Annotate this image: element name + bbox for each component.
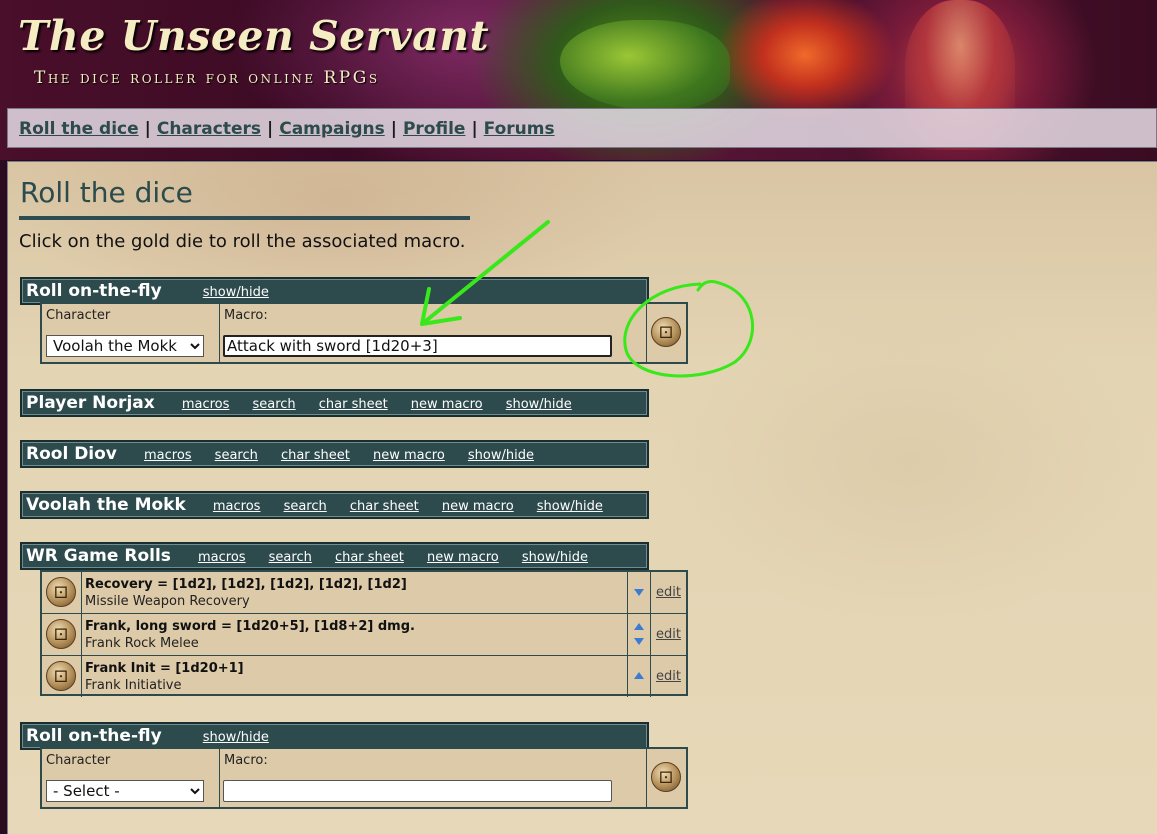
macro-description: Frank Rock Melee [85, 636, 199, 651]
character-name: WR Game Rolls [26, 546, 171, 566]
move-down-icon[interactable] [634, 638, 644, 645]
macro-row: ⚀ Frank Init = [1d20+1] Frank Initiative… [42, 656, 686, 698]
char-sheet-link[interactable]: char sheet [335, 550, 404, 565]
nav-campaigns[interactable]: Campaigns [279, 119, 385, 139]
nav-separator: | [144, 119, 151, 139]
macros-link[interactable]: macros [182, 397, 230, 412]
otf-bottom-toggle-link[interactable]: show/hide [203, 730, 269, 745]
nav-separator: | [390, 119, 397, 139]
new-macro-link[interactable]: new macro [427, 550, 499, 565]
macro-input[interactable] [223, 780, 612, 802]
macro-description: Frank Initiative [85, 678, 182, 693]
edit-link[interactable]: edit [656, 585, 681, 600]
edit-link[interactable]: edit [656, 627, 681, 642]
macro-title: Frank Init = [1d20+1] [85, 661, 244, 676]
macro-row: ⚀ Recovery = [1d2], [1d2], [1d2], [1d2],… [42, 572, 686, 614]
search-link[interactable]: search [215, 448, 258, 463]
title-divider [19, 216, 470, 220]
move-up-icon[interactable] [634, 623, 644, 630]
new-macro-link[interactable]: new macro [373, 448, 445, 463]
roll-cell: ⚀ [42, 614, 82, 655]
show-hide-link[interactable]: show/hide [468, 448, 534, 463]
character-select[interactable]: - Select - [46, 780, 204, 802]
gold-die-icon[interactable]: ⚀ [46, 661, 76, 691]
character-cell: Character Voolah the Mokk [42, 304, 220, 362]
character-name: Voolah the Mokk [26, 495, 186, 515]
roll-cell: ⚀ [42, 572, 82, 613]
page-title: Roll the dice [20, 176, 193, 209]
search-link[interactable]: search [284, 499, 327, 514]
site-title: The Unseen Servant [18, 12, 490, 60]
dragon-artwork [560, 20, 730, 110]
otf-top-title: Roll on-the-fly [26, 281, 162, 301]
move-down-icon[interactable] [634, 589, 644, 596]
move-up-icon[interactable] [634, 672, 644, 679]
character-header-wr-game-rolls: WR Game Rolls macros search char sheet n… [20, 542, 649, 570]
gold-die-icon[interactable]: ⚀ [651, 317, 681, 347]
roll-cell: ⚀ [647, 304, 686, 362]
intro-text: Click on the gold die to roll the associ… [19, 231, 466, 252]
nav-separator: | [471, 119, 478, 139]
macro-row: ⚀ Frank, long sword = [1d20+5], [1d8+2] … [42, 614, 686, 656]
reorder-cell [627, 614, 651, 655]
otf-top-header: Roll on-the-fly show/hide [20, 277, 649, 305]
show-hide-link[interactable]: show/hide [537, 499, 603, 514]
nav-roll-the-dice[interactable]: Roll the dice [19, 119, 139, 139]
roll-cell: ⚀ [647, 749, 686, 807]
char-sheet-link[interactable]: char sheet [319, 397, 388, 412]
new-macro-link[interactable]: new macro [411, 397, 483, 412]
macro-cell: Macro: [220, 304, 647, 362]
nav-profile[interactable]: Profile [403, 119, 465, 139]
macros-link[interactable]: macros [144, 448, 192, 463]
macro-input[interactable] [223, 335, 612, 357]
reorder-cell [627, 572, 651, 613]
character-cell: Character - Select - [42, 749, 220, 807]
nav-forums[interactable]: Forums [484, 119, 555, 139]
site-subtitle: The dice roller for online RPGs [34, 68, 380, 88]
macro-label: Macro: [224, 753, 268, 768]
show-hide-link[interactable]: show/hide [522, 550, 588, 565]
macro-label: Macro: [224, 308, 268, 323]
search-link[interactable]: search [269, 550, 312, 565]
character-header-rool-diov: Rool Diov macros search char sheet new m… [20, 440, 649, 468]
edit-link[interactable]: edit [656, 669, 681, 684]
gold-die-icon[interactable]: ⚀ [46, 619, 76, 649]
character-header-voolah-the-mokk: Voolah the Mokk macros search char sheet… [20, 491, 649, 519]
character-label: Character [46, 308, 111, 323]
gold-die-icon[interactable]: ⚀ [46, 577, 76, 607]
gold-die-icon[interactable]: ⚀ [651, 762, 681, 792]
macro-title: Frank, long sword = [1d20+5], [1d8+2] dm… [85, 619, 415, 634]
macros-link[interactable]: macros [213, 499, 261, 514]
main-content: Roll the dice Click on the gold die to r… [7, 161, 1157, 834]
character-select[interactable]: Voolah the Mokk [46, 335, 204, 357]
roll-cell: ⚀ [42, 656, 82, 697]
new-macro-link[interactable]: new macro [442, 499, 514, 514]
search-link[interactable]: search [252, 397, 295, 412]
character-name: Rool Diov [26, 444, 117, 464]
nav-characters[interactable]: Characters [157, 119, 261, 139]
macro-description: Missile Weapon Recovery [85, 594, 250, 609]
char-sheet-link[interactable]: char sheet [281, 448, 350, 463]
otf-bottom-header: Roll on-the-fly show/hide [20, 722, 649, 750]
macro-list: ⚀ Recovery = [1d2], [1d2], [1d2], [1d2],… [40, 570, 688, 698]
character-label: Character [46, 753, 111, 768]
nav-separator: | [267, 119, 274, 139]
otf-bottom-form: Character - Select - Macro: ⚀ [40, 747, 688, 809]
otf-top-form: Character Voolah the Mokk Macro: ⚀ [40, 302, 688, 364]
macro-cell: Macro: [220, 749, 647, 807]
otf-bottom-title: Roll on-the-fly [26, 726, 162, 746]
character-name: Player Norjax [26, 393, 155, 413]
reorder-cell [627, 656, 651, 697]
character-header-player-norjax: Player Norjax macros search char sheet n… [20, 389, 649, 417]
macros-link[interactable]: macros [198, 550, 246, 565]
show-hide-link[interactable]: show/hide [506, 397, 572, 412]
macro-title: Recovery = [1d2], [1d2], [1d2], [1d2], [… [85, 577, 407, 592]
char-sheet-link[interactable]: char sheet [350, 499, 419, 514]
main-nav: Roll the dice | Characters | Campaigns | Profi… [7, 108, 1157, 148]
otf-top-toggle-link[interactable]: show/hide [203, 285, 269, 300]
